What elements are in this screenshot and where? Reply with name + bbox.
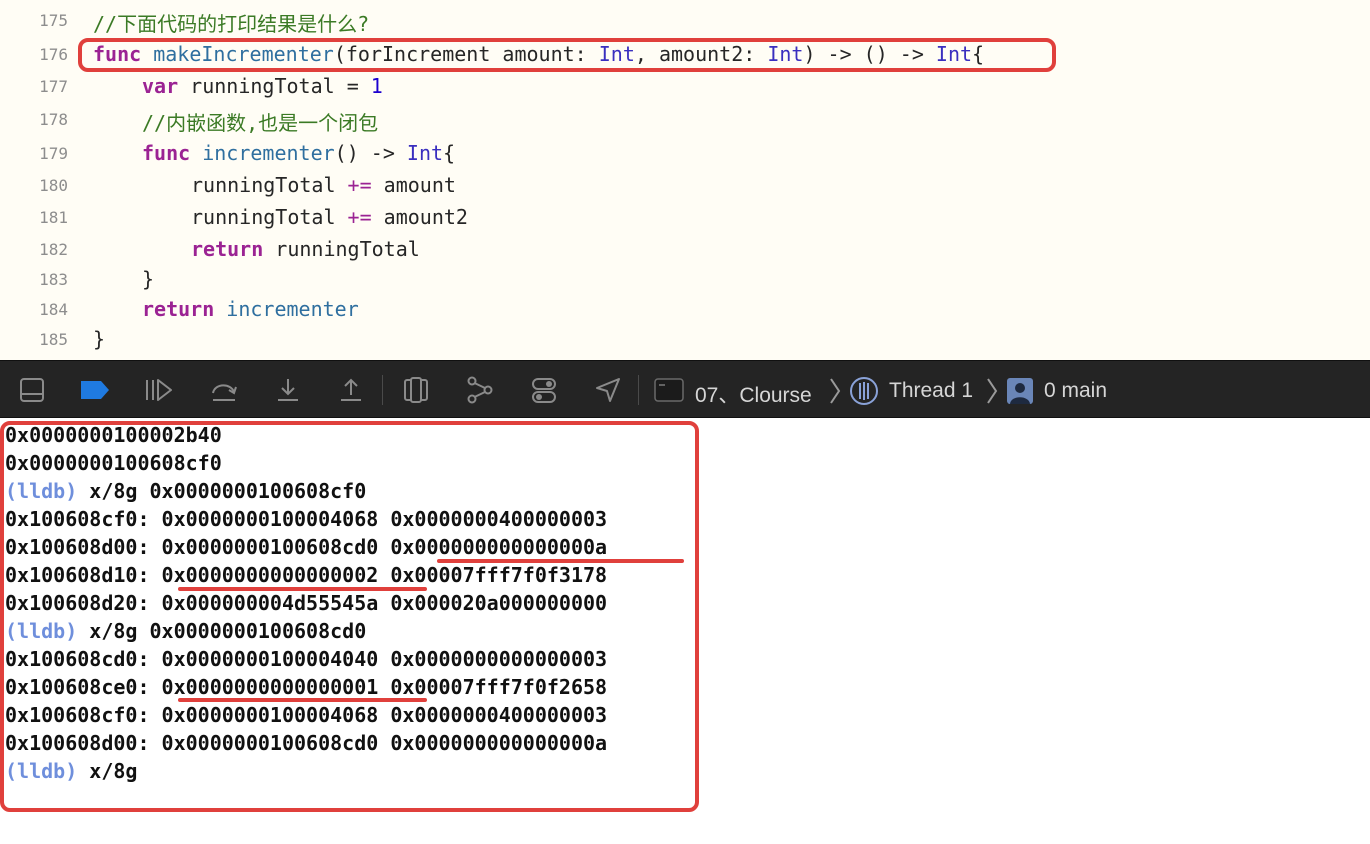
- code-text: runningTotal += amount: [191, 173, 456, 197]
- environment-overrides-icon: [532, 378, 556, 403]
- step-over-icon: [212, 384, 237, 401]
- code-line-182: 182 return runningTotal: [0, 233, 1370, 265]
- line-number: 181: [39, 208, 68, 227]
- code-rest: runningTotal: [263, 237, 420, 261]
- continue-icon: [146, 379, 172, 401]
- breadcrumb-frame[interactable]: 0 main: [1044, 379, 1107, 403]
- annotation-box-console-output: [0, 421, 699, 812]
- line-number: 182: [39, 240, 68, 259]
- breadcrumb-thread[interactable]: Thread 1: [889, 379, 973, 403]
- function-name: incrementer: [226, 297, 359, 321]
- toolbar-separator: [382, 375, 383, 405]
- code-line-181: 181 runningTotal += amount2: [0, 201, 1370, 233]
- step-into-icon: [278, 379, 298, 401]
- code-comment: //下面代码的打印结果是什么?: [93, 12, 370, 36]
- variable-name: runningTotal: [191, 173, 348, 197]
- code-line-178: 178 //内嵌函数,也是一个闭包: [0, 103, 1370, 135]
- thread-icon: [850, 377, 878, 405]
- line-number: 178: [39, 110, 68, 129]
- keyword-func: func: [142, 141, 191, 165]
- chevron-right-icon: [987, 378, 998, 404]
- line-number: 175: [39, 11, 68, 30]
- line-number: 177: [39, 77, 68, 96]
- type-name: Int: [406, 141, 444, 165]
- code-line-185: 185 }: [0, 323, 1370, 355]
- hide-debug-area-button[interactable]: [15, 373, 49, 407]
- line-number: 176: [39, 45, 68, 64]
- operator: +=: [347, 173, 372, 197]
- debug-toolbar: 07、Clourse Thread 1 0 main: [0, 360, 1370, 418]
- step-out-button[interactable]: [334, 373, 368, 407]
- code-text: return incrementer: [142, 297, 359, 321]
- code-rest: amount2: [371, 205, 468, 229]
- variable-name: runningTotal: [191, 205, 348, 229]
- code-text: runningTotal += amount2: [191, 205, 468, 229]
- code-rest: () ->: [334, 141, 407, 165]
- line-number: 179: [39, 144, 68, 163]
- code-line-177: 177 var runningTotal = 1: [0, 70, 1370, 102]
- keyword-return: return: [191, 237, 264, 261]
- code-comment: //内嵌函数,也是一个闭包: [142, 111, 379, 135]
- memory-graph-button[interactable]: [463, 373, 497, 407]
- simulate-location-button[interactable]: [591, 373, 625, 407]
- memory-graph-icon: [467, 376, 493, 404]
- environment-overrides-button[interactable]: [527, 373, 561, 407]
- close-brace: }: [142, 267, 155, 291]
- line-number: 183: [39, 270, 68, 289]
- keyword-return: return: [142, 297, 215, 321]
- line-number: 185: [39, 330, 68, 349]
- keyword-var: var: [142, 74, 179, 98]
- terminal-app-icon: [654, 378, 684, 402]
- view-debugger-button[interactable]: [399, 373, 433, 407]
- annotation-box-function-signature: [78, 38, 1056, 72]
- toolbar-separator: [638, 375, 639, 405]
- step-into-button[interactable]: [271, 373, 305, 407]
- breadcrumb-target[interactable]: 07、Clourse: [695, 379, 812, 409]
- chevron-right-icon: [830, 378, 841, 404]
- view-debugger-icon: [404, 377, 428, 403]
- code-editor[interactable]: 175 //下面代码的打印结果是什么? 176 func makeIncreme…: [0, 0, 1370, 360]
- close-brace: }: [93, 327, 106, 351]
- breakpoints-icon: [81, 381, 109, 399]
- code-text: var runningTotal = 1: [142, 74, 383, 98]
- open-brace: {: [443, 141, 456, 165]
- code-line-180: 180 runningTotal += amount: [0, 169, 1370, 201]
- step-over-button[interactable]: [207, 373, 241, 407]
- line-number: 180: [39, 176, 68, 195]
- code-line-184: 184 return incrementer: [0, 293, 1370, 325]
- continue-button[interactable]: [142, 373, 176, 407]
- operator: +=: [347, 205, 372, 229]
- target-breadcrumb-icon-wrap[interactable]: [652, 373, 686, 407]
- simulate-location-icon: [596, 378, 620, 402]
- stack-frame-user-icon: [1007, 378, 1033, 404]
- code-line-179: 179 func incrementer() -> Int{: [0, 137, 1370, 169]
- breakpoints-toggle-button[interactable]: [78, 373, 112, 407]
- number-literal: 1: [370, 74, 383, 98]
- step-out-icon: [341, 378, 361, 401]
- code-text: func incrementer() -> Int{: [142, 141, 455, 165]
- code-line-175: 175 //下面代码的打印结果是什么?: [0, 4, 1370, 36]
- line-number: 184: [39, 300, 68, 319]
- code-line-183: 183 }: [0, 263, 1370, 295]
- code-rest: runningTotal =: [178, 74, 371, 98]
- code-text: return runningTotal: [191, 237, 420, 261]
- code-rest: amount: [371, 173, 456, 197]
- function-name: incrementer: [202, 141, 335, 165]
- hide-debug-area-icon: [20, 378, 44, 402]
